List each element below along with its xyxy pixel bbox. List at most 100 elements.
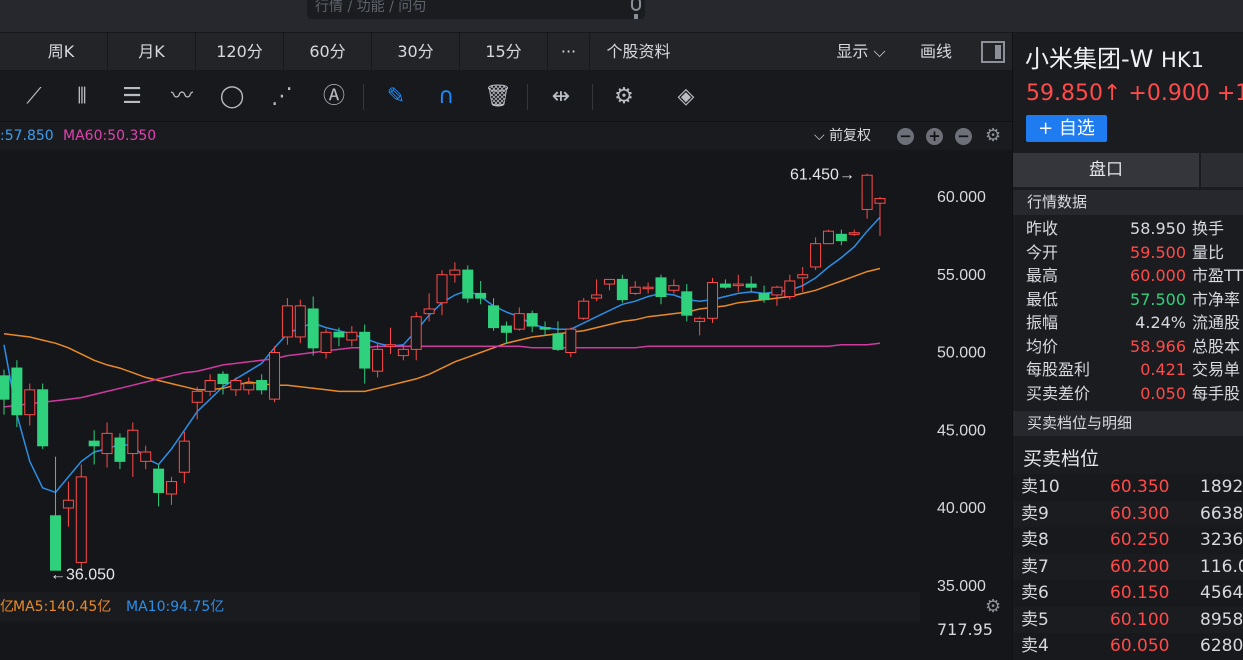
gear-icon[interactable]: ⚙ <box>985 127 1003 145</box>
candle-body <box>101 432 113 455</box>
minus-icon[interactable]: − <box>955 128 972 145</box>
candle-body <box>333 331 345 338</box>
drawing-toolbar: ⟋ ⦀ ☰ 〰 ◯ ⋰ Ⓐ ✎ ∩ 🗑 ⇹ ⚙ ◈ <box>0 71 1012 122</box>
tab-stock-info[interactable]: 个股资料 <box>589 33 687 70</box>
candle-body <box>681 291 693 316</box>
candle-body <box>848 232 860 235</box>
quote-label-right: 总股本 <box>1192 336 1241 356</box>
candle-body <box>513 313 525 330</box>
tab-15min[interactable]: 15分 <box>459 33 547 70</box>
tab-30min[interactable]: 30分 <box>371 33 459 70</box>
quote-value: 58.950 <box>1130 219 1186 238</box>
search-input[interactable]: 行情 / 功能 / 问句 <box>307 0 645 19</box>
ask-level: 卖9 <box>1021 503 1049 524</box>
pencil-icon[interactable]: ✎ <box>382 83 410 111</box>
candle-body <box>539 327 551 330</box>
sidebar-toggle-icon[interactable] <box>981 41 1005 63</box>
wave-tool-icon[interactable]: 〰 <box>168 83 196 111</box>
ma60-label: MA60:50.350 <box>63 128 157 144</box>
trash-icon[interactable]: 🗑 <box>484 83 512 111</box>
text-tool-icon[interactable]: Ⓐ <box>320 83 348 111</box>
quote-row: 每股盈利 0.421 交易单 <box>1013 358 1243 382</box>
order-book-row[interactable]: 卖7 60.200 116.0 <box>1013 553 1243 580</box>
quote-label: 最高 <box>1026 266 1059 285</box>
quote-row: 最低 57.500 市净率 <box>1013 288 1243 312</box>
candle-body <box>771 286 783 296</box>
candle-body <box>603 278 615 285</box>
trendline-tool-icon[interactable]: ⟋ <box>20 83 48 111</box>
candle-body <box>797 274 809 279</box>
ellipse-tool-icon[interactable]: ◯ <box>218 83 246 111</box>
y-tick-label: 60.000 <box>937 189 986 206</box>
candle-body <box>88 440 100 447</box>
plus-icon[interactable]: + <box>926 128 943 145</box>
candlestick-chart[interactable]: 60.000 55.000 50.000 45.000 40.000 35.000 61.4… <box>0 150 1012 660</box>
candle-body <box>810 243 822 268</box>
layers-icon[interactable]: ◈ <box>672 83 700 111</box>
order-book-row[interactable]: 卖10 60.350 18920 <box>1013 474 1243 501</box>
toolbar-separator <box>363 84 364 110</box>
candle-body <box>655 277 667 298</box>
quote-value: 59.500 <box>1130 242 1186 262</box>
draw-line-button[interactable]: 画线 <box>902 33 970 70</box>
candle-body <box>372 348 384 372</box>
vertical-lines-tool-icon[interactable]: ⦀ <box>68 83 96 111</box>
ask-volume: 32360 <box>1200 530 1243 550</box>
fibonacci-tool-icon[interactable]: ⋰ <box>268 83 296 111</box>
candle-body <box>835 233 847 242</box>
ask-price: 60.100 <box>1110 609 1170 630</box>
quote-row: 买卖差价 0.050 每手股 <box>1013 382 1243 406</box>
candle-body <box>269 352 281 400</box>
tab-monthly-k[interactable]: 月K <box>107 33 195 70</box>
candle-body <box>719 283 731 288</box>
resize-icon[interactable]: ⇹ <box>547 83 575 111</box>
minus-icon[interactable]: − <box>897 128 914 145</box>
order-book-row[interactable]: 卖5 60.100 89580 <box>1013 606 1243 633</box>
candle-body <box>11 367 23 416</box>
ma-legend-bar: :57.850 MA60:50.350 ⌵ 前复权 − + − ⚙ <box>0 122 1012 150</box>
display-dropdown[interactable]: 显示 ⌵ <box>820 33 902 70</box>
horizontal-lines-tool-icon[interactable]: ☰ <box>118 83 146 111</box>
candle-body <box>384 344 396 347</box>
ask-level: 卖10 <box>1021 477 1060 497</box>
candle-body <box>488 305 500 329</box>
tab-weekly-k[interactable]: 周K <box>15 33 107 70</box>
quote-value: 4.24% <box>1135 313 1186 332</box>
ask-level: 卖5 <box>1021 609 1049 630</box>
top-bar: 行情 / 功能 / 问句 <box>0 0 1243 33</box>
candle-body <box>256 379 268 391</box>
tab-60min[interactable]: 60分 <box>283 33 371 70</box>
tab-order-book[interactable]: 盘口 <box>1013 153 1199 187</box>
tab-more[interactable]: ··· <box>547 33 589 70</box>
order-book-row[interactable]: 卖8 60.250 32360 <box>1013 527 1243 554</box>
order-book-row[interactable]: 卖9 60.300 66380 <box>1013 500 1243 527</box>
settings-gear-icon[interactable]: ⚙ <box>610 83 638 111</box>
quote-value: 0.421 <box>1140 360 1186 379</box>
candle-body <box>397 348 409 357</box>
quote-label-right: 量比 <box>1192 242 1225 262</box>
candle-body <box>578 300 590 319</box>
adjust-dropdown[interactable]: ⌵ 前复权 <box>814 122 871 150</box>
kline-chart-area[interactable]: 60.000 55.000 50.000 45.000 40.000 35.000 61.4… <box>0 150 1012 660</box>
tab-secondary[interactable] <box>1201 153 1243 187</box>
quote-row: 今开 59.500 量比 <box>1013 241 1243 265</box>
order-book-row[interactable]: 卖6 60.150 45640 <box>1013 580 1243 607</box>
candle-body <box>346 331 358 341</box>
quote-row: 均价 58.966 总股本 <box>1013 335 1243 359</box>
quote-label-right: 换手 <box>1192 219 1225 238</box>
quote-label: 振幅 <box>1026 313 1059 332</box>
section-order-book: 买卖档位与明细 <box>1013 411 1243 436</box>
add-watchlist-button[interactable]: + 自选 <box>1026 115 1107 142</box>
microphone-icon[interactable] <box>631 0 641 19</box>
candle-body <box>707 282 719 319</box>
stock-side-panel: 小米集团-W HK1 59.850↑ +0.900 +1 + 自选 盘口 行情数… <box>1012 33 1243 660</box>
gear-icon[interactable]: ⚙ <box>985 598 1003 616</box>
stock-code: HK1 <box>1161 48 1204 72</box>
candle-body <box>140 451 152 462</box>
tab-120min[interactable]: 120分 <box>195 33 283 70</box>
ask-price: 60.050 <box>1110 636 1170 656</box>
volume-ma10: MA10:94.75亿 <box>126 599 225 615</box>
order-book-row[interactable]: 卖4 60.050 62800 <box>1013 633 1243 660</box>
ask-volume: 89580 <box>1200 609 1243 630</box>
magnet-icon[interactable]: ∩ <box>432 83 460 111</box>
